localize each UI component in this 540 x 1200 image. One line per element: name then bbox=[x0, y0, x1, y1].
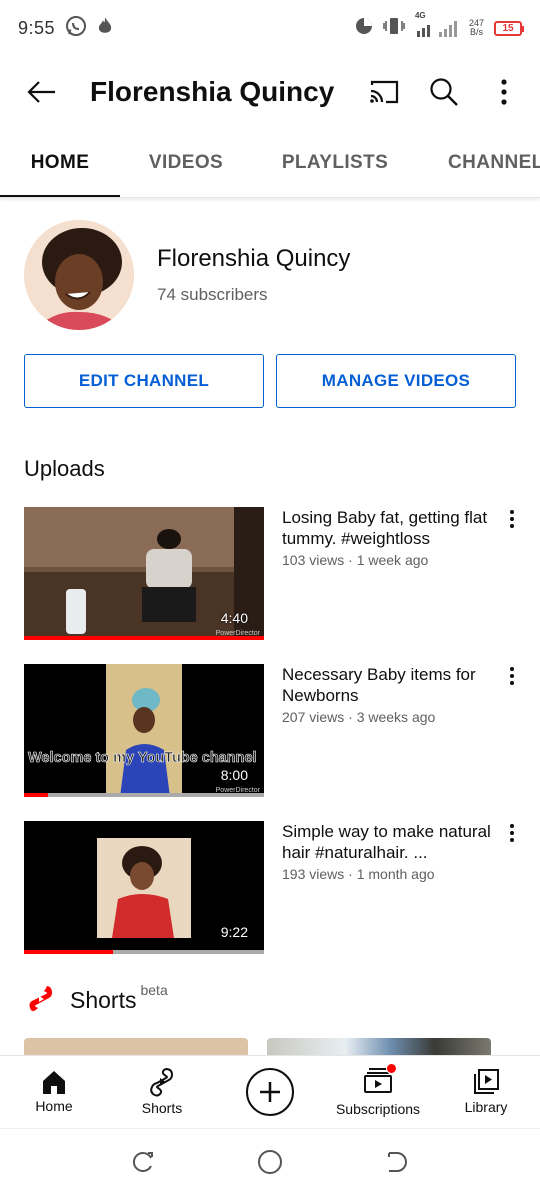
nav-shorts-label: Shorts bbox=[141, 1100, 183, 1116]
video-more-button[interactable] bbox=[500, 823, 524, 853]
nav-shorts[interactable]: Shorts bbox=[108, 1056, 216, 1127]
nav-subscriptions[interactable]: Subscriptions bbox=[324, 1056, 432, 1127]
video-thumbnail[interactable]: 4:40 PowerDirector bbox=[24, 507, 264, 640]
nav-create[interactable] bbox=[216, 1056, 324, 1127]
system-navigation-bar bbox=[0, 1128, 540, 1200]
channel-name: Florenshia Quincy bbox=[157, 245, 351, 272]
battery-icon: 15 bbox=[494, 20, 524, 36]
search-button[interactable] bbox=[418, 66, 470, 118]
watch-progress bbox=[24, 793, 48, 797]
nav-home[interactable]: Home bbox=[0, 1056, 108, 1127]
nav-subscriptions-label: Subscriptions bbox=[335, 1100, 421, 1117]
whatsapp-icon bbox=[65, 15, 87, 42]
beta-badge: beta bbox=[140, 982, 168, 998]
subscriptions-icon-wrap bbox=[363, 1062, 397, 1098]
home-system-button[interactable] bbox=[257, 1149, 283, 1180]
status-bar: 9:55 4G 247 B/s 15 bbox=[0, 0, 540, 56]
shorts-icon bbox=[150, 1067, 174, 1097]
video-title[interactable]: Losing Baby fat, getting flat tummy. #we… bbox=[282, 507, 502, 549]
net-speed: 247 B/s bbox=[468, 18, 484, 37]
video-duration: 8:00 bbox=[220, 767, 248, 783]
subscriber-count: 74 subscribers bbox=[157, 285, 268, 304]
more-vertical-icon bbox=[501, 79, 507, 105]
thumbnail-overlay-text: Welcome to my YouTube channel bbox=[28, 750, 257, 767]
manage-videos-button[interactable]: MANAGE VIDEOS bbox=[276, 354, 516, 408]
data-saver-icon bbox=[355, 17, 373, 40]
cast-icon bbox=[370, 80, 399, 104]
network-type: 4G bbox=[414, 11, 426, 20]
back-button[interactable] bbox=[12, 62, 72, 122]
watch-progress bbox=[24, 950, 113, 954]
nav-home-label: Home bbox=[35, 1098, 73, 1114]
more-vertical-icon bbox=[510, 824, 514, 842]
tab-home[interactable]: HOME bbox=[0, 128, 120, 197]
video-item[interactable]: 4:40 PowerDirector Losing Baby fat, gett… bbox=[24, 507, 524, 664]
video-stats: 103 views · 1 week ago bbox=[282, 552, 429, 568]
video-item[interactable]: Welcome to my YouTube channel 8:00 Power… bbox=[24, 664, 524, 821]
channel-actions: EDIT CHANNEL MANAGE VIDEOS bbox=[24, 354, 516, 408]
channel-header: Florenshia Quincy 74 subscribers bbox=[24, 220, 350, 330]
video-item[interactable]: 9:22 Simple way to make natural hair #na… bbox=[24, 821, 524, 978]
create-plus-icon bbox=[260, 1081, 280, 1102]
vibrate-icon bbox=[383, 17, 405, 40]
short-thumbnail[interactable] bbox=[267, 1038, 491, 1056]
video-stats: 207 views · 3 weeks ago bbox=[282, 709, 436, 725]
signal-icon: 4G bbox=[415, 11, 459, 37]
shorts-logo-icon bbox=[29, 986, 52, 1011]
tab-playlists[interactable]: PLAYLISTS bbox=[252, 128, 418, 197]
more-vertical-icon bbox=[510, 510, 514, 528]
watch-progress-track bbox=[24, 793, 264, 797]
video-more-button[interactable] bbox=[500, 509, 524, 539]
short-thumbnail[interactable] bbox=[24, 1038, 248, 1056]
recent-apps-icon bbox=[132, 1152, 153, 1172]
app-bar: Florenshia Quincy bbox=[0, 56, 540, 128]
uploads-heading[interactable]: Uploads bbox=[24, 456, 105, 482]
video-duration: 9:22 bbox=[220, 924, 248, 940]
shorts-label: Shorts bbox=[70, 986, 137, 1013]
notification-dot bbox=[386, 1062, 397, 1074]
watch-progress bbox=[24, 636, 264, 640]
create-button[interactable] bbox=[246, 1067, 294, 1116]
home-circle-icon bbox=[258, 1150, 282, 1174]
uploads-list: 4:40 PowerDirector Losing Baby fat, gett… bbox=[24, 507, 524, 978]
video-stats: 193 views · 1 month ago bbox=[282, 866, 435, 882]
tab-videos[interactable]: VIDEOS bbox=[120, 128, 252, 197]
video-thumbnail[interactable]: 9:22 bbox=[24, 821, 264, 954]
page-title: Florenshia Quincy bbox=[90, 76, 335, 107]
shorts-heading[interactable]: Shorts beta bbox=[28, 982, 168, 1016]
system-back-icon bbox=[388, 1152, 407, 1172]
channel-tabs: HOME VIDEOS PLAYLISTS CHANNEL bbox=[0, 128, 540, 198]
back-system-button[interactable] bbox=[385, 1150, 409, 1179]
more-options-button[interactable] bbox=[478, 66, 530, 118]
video-duration: 4:40 bbox=[220, 610, 248, 626]
video-title[interactable]: Simple way to make natural hair #natural… bbox=[282, 821, 502, 863]
status-time: 9:55 bbox=[18, 17, 56, 38]
cast-button[interactable] bbox=[358, 66, 410, 118]
video-title[interactable]: Necessary Baby items for Newborns bbox=[282, 664, 502, 706]
edit-channel-button[interactable]: EDIT CHANNEL bbox=[24, 354, 264, 408]
video-thumbnail[interactable]: Welcome to my YouTube channel 8:00 Power… bbox=[24, 664, 264, 797]
recent-apps-button[interactable] bbox=[131, 1150, 155, 1179]
back-arrow-icon bbox=[27, 81, 55, 103]
search-icon bbox=[430, 78, 458, 106]
more-vertical-icon bbox=[510, 667, 514, 685]
flame-icon bbox=[97, 16, 113, 41]
video-more-button[interactable] bbox=[500, 666, 524, 696]
nav-library-label: Library bbox=[464, 1099, 508, 1115]
home-icon bbox=[43, 1071, 65, 1094]
nav-library[interactable]: Library bbox=[432, 1056, 540, 1127]
tab-channels[interactable]: CHANNEL bbox=[418, 128, 540, 197]
channel-avatar[interactable] bbox=[24, 220, 134, 330]
bottom-navigation: Home Shorts Subscriptions Library bbox=[0, 1055, 540, 1127]
library-icon bbox=[474, 1069, 499, 1094]
